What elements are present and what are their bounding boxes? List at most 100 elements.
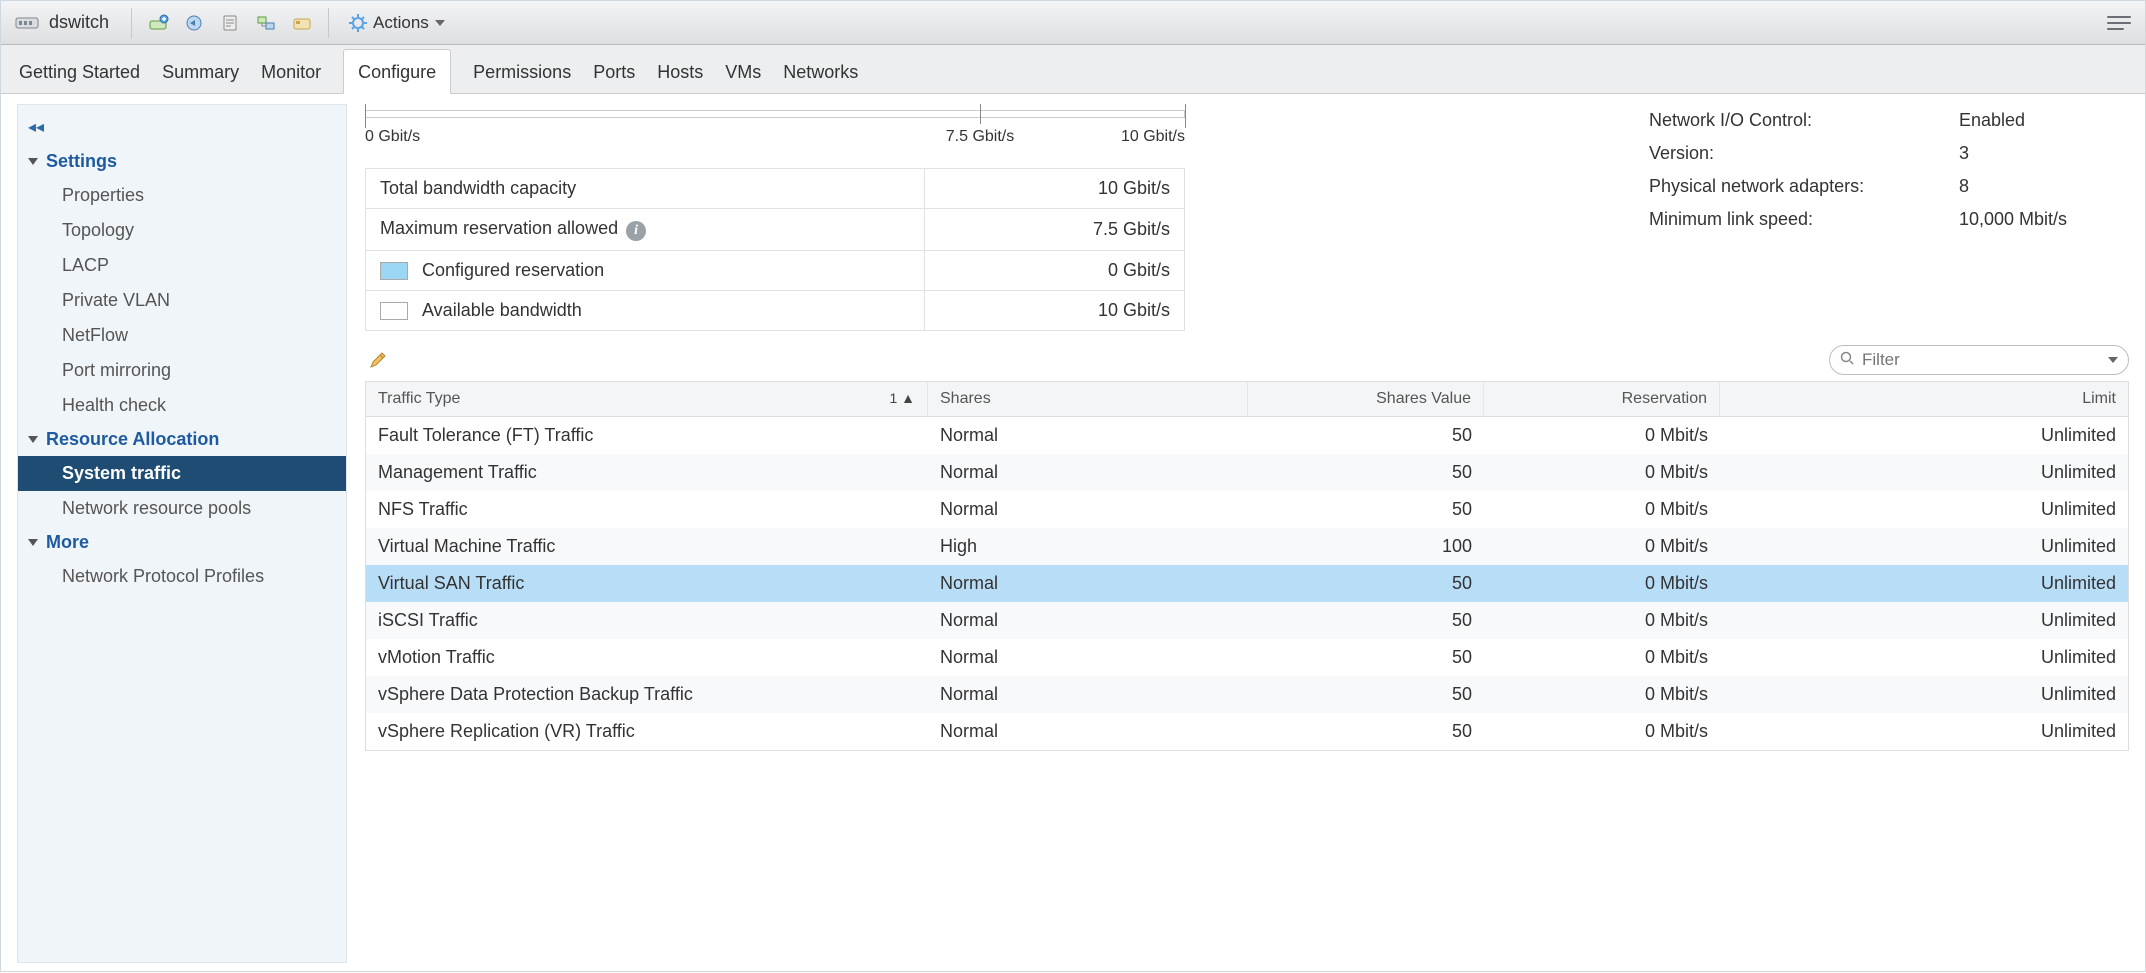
- cell-shares-value: 50: [1248, 602, 1484, 639]
- table-row[interactable]: iSCSI TrafficNormal500 Mbit/sUnlimited: [366, 602, 2128, 639]
- tab-monitor[interactable]: Monitor: [261, 50, 321, 93]
- sidebar-item-properties[interactable]: Properties: [18, 178, 346, 213]
- cell-shares: Normal: [928, 676, 1248, 713]
- bandwidth-row: Total bandwidth capacity10 Gbit/s: [366, 169, 1185, 209]
- table-row[interactable]: NFS TrafficNormal500 Mbit/sUnlimited: [366, 491, 2128, 528]
- cell-shares: Normal: [928, 417, 1248, 454]
- cell-shares-value: 50: [1248, 713, 1484, 750]
- toolbar-action-1-icon[interactable]: [142, 8, 174, 38]
- sidebar-group-resource-allocation[interactable]: Resource Allocation: [18, 423, 346, 456]
- filter-input[interactable]: [1862, 350, 2102, 370]
- cell-shares: Normal: [928, 713, 1248, 750]
- cell-limit: Unlimited: [1720, 713, 2128, 750]
- table-row[interactable]: Virtual Machine TrafficHigh1000 Mbit/sUn…: [366, 528, 2128, 565]
- cell-limit: Unlimited: [1720, 417, 2128, 454]
- bandwidth-gauge: 0 Gbit/s7.5 Gbit/s10 Gbit/s: [365, 104, 1185, 140]
- summary-row: Physical network adapters:8: [1649, 170, 2119, 203]
- cell-traffic-type: Fault Tolerance (FT) Traffic: [366, 417, 928, 454]
- table-row[interactable]: vSphere Replication (VR) TrafficNormal50…: [366, 713, 2128, 750]
- tab-getting-started[interactable]: Getting Started: [19, 50, 140, 93]
- toolbar-action-4-icon[interactable]: [250, 8, 282, 38]
- filter-box[interactable]: [1829, 345, 2129, 375]
- nioc-summary: Network I/O Control:EnabledVersion:3Phys…: [1649, 104, 2129, 236]
- summary-row: Network I/O Control:Enabled: [1649, 104, 2119, 137]
- summary-value: 10,000 Mbit/s: [1959, 209, 2067, 230]
- tab-ports[interactable]: Ports: [593, 50, 635, 93]
- sidebar-item-network-resource-pools[interactable]: Network resource pools: [18, 491, 346, 526]
- app-window: dswitch Actions Getting Started Summary Mo…: [0, 0, 2146, 972]
- tab-permissions[interactable]: Permissions: [473, 50, 571, 93]
- object-name: dswitch: [43, 12, 121, 33]
- column-header-traffic-type[interactable]: Traffic Type 1 ▲: [366, 382, 928, 416]
- sidebar-item-lacp[interactable]: LACP: [18, 248, 346, 283]
- tab-summary[interactable]: Summary: [162, 50, 239, 93]
- cell-reservation: 0 Mbit/s: [1484, 713, 1720, 750]
- toolbar-action-5-icon[interactable]: [286, 8, 318, 38]
- sidebar-item-health-check[interactable]: Health check: [18, 388, 346, 423]
- sidebar-group-more[interactable]: More: [18, 526, 346, 559]
- table-row[interactable]: vMotion TrafficNormal500 Mbit/sUnlimited: [366, 639, 2128, 676]
- cell-reservation: 0 Mbit/s: [1484, 417, 1720, 454]
- tab-hosts[interactable]: Hosts: [657, 50, 703, 93]
- cell-reservation: 0 Mbit/s: [1484, 602, 1720, 639]
- table-row[interactable]: vSphere Data Protection Backup TrafficNo…: [366, 676, 2128, 713]
- edit-button[interactable]: [365, 347, 391, 373]
- cell-traffic-type: iSCSI Traffic: [366, 602, 928, 639]
- gauge-label: 7.5 Gbit/s: [946, 128, 1014, 146]
- sidebar-item-network-protocol-profiles[interactable]: Network Protocol Profiles: [18, 559, 346, 594]
- cell-traffic-type: vSphere Replication (VR) Traffic: [366, 713, 928, 750]
- info-icon[interactable]: i: [626, 221, 646, 241]
- table-row[interactable]: Virtual SAN TrafficNormal500 Mbit/sUnlim…: [366, 565, 2128, 602]
- column-header-reservation[interactable]: Reservation: [1484, 382, 1720, 416]
- sidebar-group-settings[interactable]: Settings: [18, 145, 346, 178]
- main-panel: 0 Gbit/s7.5 Gbit/s10 Gbit/s Total bandwi…: [347, 94, 2145, 973]
- sidebar-item-private-vlan[interactable]: Private VLAN: [18, 283, 346, 318]
- summary-value: Enabled: [1959, 110, 2025, 131]
- summary-key: Network I/O Control:: [1649, 110, 1959, 131]
- cell-traffic-type: Virtual Machine Traffic: [366, 528, 928, 565]
- gear-icon: [349, 14, 367, 32]
- object-toolbar: dswitch Actions: [1, 1, 2145, 45]
- column-header-shares[interactable]: Shares: [928, 382, 1248, 416]
- toolbar-action-3-icon[interactable]: [214, 8, 246, 38]
- cell-traffic-type: Management Traffic: [366, 454, 928, 491]
- bandwidth-row: Maximum reservation allowedi7.5 Gbit/s: [366, 209, 1185, 251]
- pencil-icon: [368, 350, 388, 370]
- cell-reservation: 0 Mbit/s: [1484, 676, 1720, 713]
- table-row[interactable]: Management TrafficNormal500 Mbit/sUnlimi…: [366, 454, 2128, 491]
- summary-value: 3: [1959, 143, 1969, 164]
- cell-shares: High: [928, 528, 1248, 565]
- table-row[interactable]: Fault Tolerance (FT) TrafficNormal500 Mb…: [366, 417, 2128, 454]
- sidebar-item-netflow[interactable]: NetFlow: [18, 318, 346, 353]
- gauge-label: 0 Gbit/s: [365, 128, 420, 146]
- search-icon: [1840, 351, 1854, 370]
- collapse-sidebar-icon[interactable]: ◂◂: [18, 115, 346, 145]
- grid-action-bar: [365, 345, 2129, 375]
- legend-swatch: [380, 302, 408, 320]
- sort-indicator: 1 ▲: [889, 390, 915, 406]
- cell-shares-value: 50: [1248, 676, 1484, 713]
- actions-menu-button[interactable]: Actions: [339, 8, 455, 38]
- sidebar-item-system-traffic[interactable]: System traffic: [18, 456, 346, 491]
- chevron-down-icon: [28, 539, 38, 546]
- chevron-down-icon: [28, 436, 38, 443]
- cell-limit: Unlimited: [1720, 454, 2128, 491]
- chevron-down-icon: [435, 20, 445, 26]
- cell-shares-value: 50: [1248, 417, 1484, 454]
- panel-menu-icon[interactable]: [2107, 14, 2131, 32]
- column-header-shares-value[interactable]: Shares Value: [1248, 382, 1484, 416]
- cell-limit: Unlimited: [1720, 602, 2128, 639]
- tab-networks[interactable]: Networks: [783, 50, 858, 93]
- sidebar-item-port-mirroring[interactable]: Port mirroring: [18, 353, 346, 388]
- tab-vms[interactable]: VMs: [725, 50, 761, 93]
- toolbar-action-2-icon[interactable]: [178, 8, 210, 38]
- bandwidth-label: Available bandwidth: [422, 300, 582, 320]
- summary-row: Version:3: [1649, 137, 2119, 170]
- tab-configure[interactable]: Configure: [343, 49, 451, 94]
- column-header-limit[interactable]: Limit: [1720, 382, 2128, 416]
- tab-bar: Getting Started Summary Monitor Configure Pe…: [1, 45, 2145, 94]
- chevron-down-icon: [2108, 357, 2118, 363]
- cell-traffic-type: NFS Traffic: [366, 491, 928, 528]
- actions-label: Actions: [373, 13, 429, 33]
- sidebar-item-topology[interactable]: Topology: [18, 213, 346, 248]
